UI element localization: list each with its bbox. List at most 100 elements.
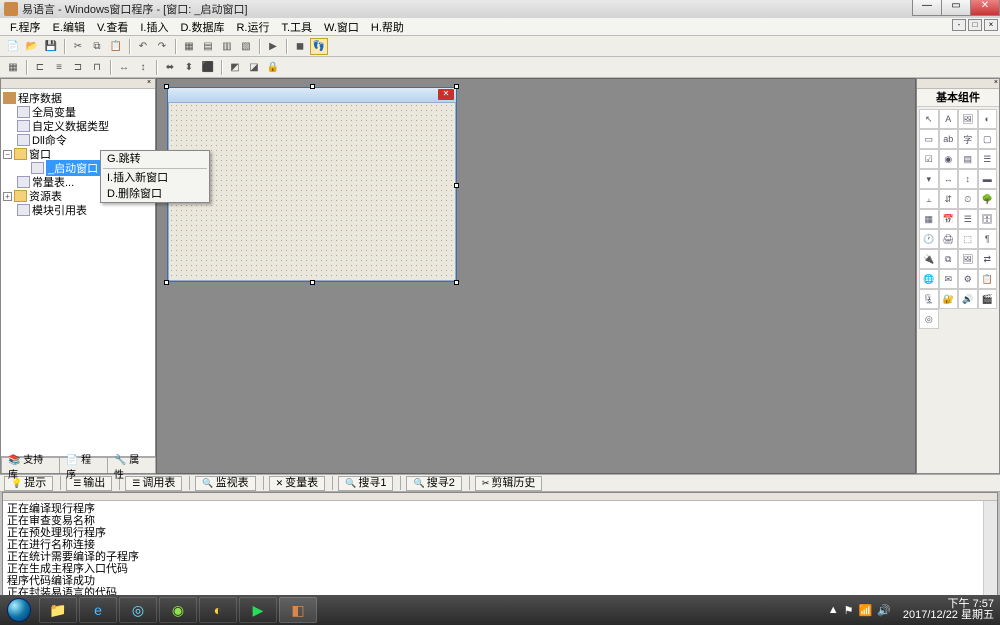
- comp-tab-icon[interactable]: ▤: [958, 149, 978, 169]
- comp-grid-icon[interactable]: ▦: [919, 209, 939, 229]
- menu-program[interactable]: F.程序: [4, 19, 47, 35]
- form-designer[interactable]: ✕: [156, 78, 916, 474]
- tray-net-icon[interactable]: 📶: [858, 604, 872, 617]
- menu-run[interactable]: R.运行: [230, 19, 275, 35]
- comp-http-icon[interactable]: 🌐: [919, 269, 939, 289]
- comp-mail-icon[interactable]: ✉: [939, 269, 959, 289]
- left-tab-program[interactable]: 📄 程序: [59, 457, 108, 473]
- comp-serial-icon[interactable]: ⧉: [939, 249, 959, 269]
- ctx-goto[interactable]: G.跳转: [101, 151, 209, 167]
- tb-run-icon[interactable]: ▶: [264, 38, 282, 55]
- tray-sound-icon[interactable]: 🔊: [877, 604, 891, 617]
- task-360-icon[interactable]: ◉: [159, 597, 197, 623]
- tb-stop-icon[interactable]: ◼: [291, 38, 309, 55]
- left-tab-support[interactable]: 📚 支持库: [1, 457, 60, 473]
- al-hspace-icon[interactable]: ↔: [115, 59, 133, 76]
- btab-find1[interactable]: 🔍搜寻1: [338, 476, 393, 491]
- mdi-minimize-button[interactable]: -: [952, 19, 966, 31]
- comp-menu-icon[interactable]: ☰: [958, 209, 978, 229]
- comp-snd-icon[interactable]: 🔊: [958, 289, 978, 309]
- comp-hscroll-icon[interactable]: ↔: [939, 169, 959, 189]
- comp-slider-icon[interactable]: ⫠: [919, 189, 939, 209]
- btab-clip[interactable]: ✂剪辑历史: [475, 476, 543, 491]
- al-same-w-icon[interactable]: ⬌: [161, 59, 179, 76]
- tb-grid1-icon[interactable]: ▦: [180, 38, 198, 55]
- resize-handle[interactable]: [454, 183, 459, 188]
- ctx-delete-window[interactable]: D.删除窗口: [101, 186, 209, 202]
- btab-find2[interactable]: 🔍搜寻2: [406, 476, 461, 491]
- resize-handle[interactable]: [454, 84, 459, 89]
- comp-tree-icon[interactable]: 🌳: [978, 189, 998, 209]
- resize-handle[interactable]: [310, 84, 315, 89]
- al-center-icon[interactable]: ≡: [50, 59, 68, 76]
- maximize-button[interactable]: ▭: [941, 0, 971, 16]
- tree-expand-icon[interactable]: +: [3, 192, 12, 201]
- tree-modules[interactable]: 模块引用表: [32, 202, 87, 218]
- comp-db-icon[interactable]: 🗄: [978, 209, 998, 229]
- mdi-restore-button[interactable]: □: [968, 19, 982, 31]
- comp-spin-icon[interactable]: ⇵: [939, 189, 959, 209]
- start-button[interactable]: [0, 595, 38, 625]
- resize-handle[interactable]: [164, 84, 169, 89]
- output-vscrollbar[interactable]: [983, 501, 997, 600]
- comp-cal-icon[interactable]: 📅: [939, 209, 959, 229]
- al-top-icon[interactable]: ⊓: [88, 59, 106, 76]
- program-tree[interactable]: 程序数据 全局变量 自定义数据类型 Dll命令 −窗口 _启动窗口 常量表...…: [1, 89, 155, 456]
- btab-watch[interactable]: 🔍监视表: [195, 476, 255, 491]
- comp-combo-icon[interactable]: ▾: [919, 169, 939, 189]
- comp-enc-icon[interactable]: 🔐: [939, 289, 959, 309]
- resize-handle[interactable]: [164, 280, 169, 285]
- task-qq-icon[interactable]: ◐: [199, 597, 237, 623]
- comp-check-icon[interactable]: ☑: [919, 149, 939, 169]
- tray-up-icon[interactable]: ▲: [828, 604, 839, 617]
- close-button[interactable]: ✕: [970, 0, 1000, 16]
- al-front-icon[interactable]: ◩: [226, 59, 244, 76]
- tb-find-icon[interactable]: 👣: [310, 38, 328, 55]
- tb-new-icon[interactable]: 📄: [4, 38, 22, 55]
- comp-img-icon[interactable]: 🖼: [958, 249, 978, 269]
- tray-flag-icon[interactable]: ⚑: [844, 604, 854, 617]
- comp-print-icon[interactable]: 🖨: [939, 229, 959, 249]
- resize-handle[interactable]: [310, 280, 315, 285]
- btab-vars[interactable]: ✕变量表: [269, 476, 326, 491]
- comp-reg-icon[interactable]: ⚙: [958, 269, 978, 289]
- design-form[interactable]: ✕: [167, 87, 457, 282]
- tree-panel-close-icon[interactable]: ×: [144, 79, 154, 87]
- comp-zip-icon[interactable]: 🗜: [919, 289, 939, 309]
- comp-ole-icon[interactable]: ⬚: [958, 229, 978, 249]
- comp-radio-icon[interactable]: ◉: [939, 149, 959, 169]
- comp-vscroll-icon[interactable]: ↕: [958, 169, 978, 189]
- minimize-button[interactable]: —: [912, 0, 942, 16]
- menu-tools[interactable]: T.工具: [275, 19, 318, 35]
- tray-clock[interactable]: 下午 7:57 2017/12/22 星期五: [903, 599, 994, 621]
- menu-database[interactable]: D.数据库: [174, 19, 230, 35]
- comp-progress-icon[interactable]: ▬: [978, 169, 998, 189]
- comp-button-icon[interactable]: ▭: [919, 129, 939, 149]
- task-iqiyi-icon[interactable]: ▶: [239, 597, 277, 623]
- tb-save-icon[interactable]: 💾: [42, 38, 60, 55]
- ctx-insert-window[interactable]: I.插入新窗口: [101, 170, 209, 186]
- comp-shape-icon[interactable]: ◐: [978, 109, 998, 129]
- menu-view[interactable]: V.查看: [91, 19, 134, 35]
- comp-ini-icon[interactable]: 📋: [978, 269, 998, 289]
- tb-grid2-icon[interactable]: ▤: [199, 38, 217, 55]
- al-lock-icon[interactable]: 🔒: [264, 59, 282, 76]
- al-same-h-icon[interactable]: ⬍: [180, 59, 198, 76]
- al-right-icon[interactable]: ⊐: [69, 59, 87, 76]
- comp-pointer-icon[interactable]: ↖: [919, 109, 939, 129]
- menu-edit[interactable]: E.编辑: [47, 19, 91, 35]
- tb-redo-icon[interactable]: ↷: [153, 38, 171, 55]
- comp-obc-icon[interactable]: ◎: [919, 309, 939, 329]
- design-form-close-icon[interactable]: ✕: [438, 89, 454, 100]
- comp-list-icon[interactable]: ☰: [978, 149, 998, 169]
- component-close-icon[interactable]: ×: [994, 79, 998, 86]
- comp-clock-icon[interactable]: 🕐: [919, 229, 939, 249]
- menu-window[interactable]: W.窗口: [318, 19, 365, 35]
- task-browser-icon[interactable]: ◎: [119, 597, 157, 623]
- menu-help[interactable]: H.帮助: [365, 19, 410, 35]
- comp-sock-icon[interactable]: 🔌: [919, 249, 939, 269]
- al-same-icon[interactable]: ⬛: [199, 59, 217, 76]
- comp-panel-icon[interactable]: ▢: [978, 129, 998, 149]
- tree-collapse-icon[interactable]: −: [3, 150, 12, 159]
- mdi-close-button[interactable]: ×: [984, 19, 998, 31]
